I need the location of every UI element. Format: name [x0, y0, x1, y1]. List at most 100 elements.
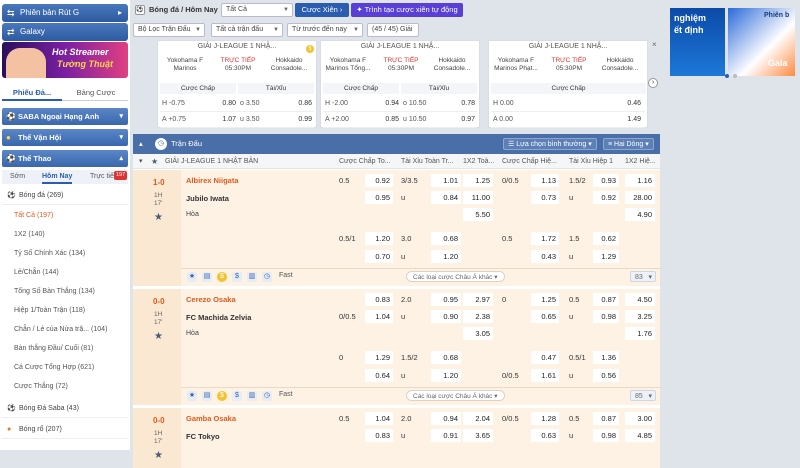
card-ou-odds[interactable]: 0.86	[280, 97, 312, 110]
card-handicap-odds[interactable]: 0.94	[367, 97, 399, 110]
auto-parlay-button[interactable]: ✦ Trình tạo cược xiên tự động	[351, 3, 463, 17]
more-asian-bets-button[interactable]: Các loại cược Châu Á khác ▾	[406, 390, 505, 401]
history-icon[interactable]: ◷	[262, 391, 272, 401]
sport-basketball[interactable]: ● Bóng rổ (207)	[2, 421, 128, 439]
odds-cell[interactable]: 1.04	[365, 412, 393, 425]
odds-cell[interactable]: 4.85	[625, 429, 655, 442]
away-team[interactable]: FC Machida Zelvia	[186, 313, 251, 322]
more-count-select[interactable]: 83 ▾	[630, 271, 656, 282]
odds-cell[interactable]: 1.76	[625, 327, 655, 340]
star-icon[interactable]: ★	[187, 391, 197, 401]
odds-cell[interactable]: 0.70	[365, 250, 393, 263]
odds-cell[interactable]: 0.87	[593, 293, 619, 306]
time-sort-dropdown[interactable]: Từ trước đến nay ▼	[287, 23, 363, 37]
odds-cell[interactable]: 1.01	[431, 174, 461, 187]
parlay-button[interactable]: Cược Xiên ›	[295, 3, 349, 17]
odds-cell[interactable]: 0.68	[431, 232, 461, 245]
carousel-dot[interactable]	[733, 74, 737, 78]
chart-icon[interactable]: ▥	[247, 272, 257, 282]
odds-cell[interactable]: 0.56	[593, 369, 619, 382]
card-handicap-odds[interactable]: 0.80	[204, 97, 236, 110]
odds-cell[interactable]: 3.00	[625, 412, 655, 425]
coin-icon[interactable]: $	[217, 272, 227, 282]
bet-type-item[interactable]: 1X2 (140)	[14, 226, 128, 244]
featured-match-card[interactable]: GIẢI J-LEAGUE 1 NHẬ... Yokohama F Marinos…	[488, 40, 648, 128]
card-ou-odds[interactable]: 0.78	[443, 97, 475, 110]
odds-cell[interactable]: 0.91	[431, 429, 461, 442]
home-team[interactable]: Cerezo Osaka	[186, 295, 236, 304]
sport-saba-football[interactable]: ⚽ Bóng Đá Saba (43)	[2, 400, 128, 418]
tab-bet-list[interactable]: Bảng Cược	[64, 84, 128, 101]
odds-cell[interactable]: 0.64	[365, 369, 393, 382]
odds-cell[interactable]: 0.90	[431, 310, 461, 323]
fast-label[interactable]: Fast	[279, 272, 293, 279]
odds-cell[interactable]: 4.90	[625, 208, 655, 221]
odds-cell[interactable]: 1.13	[531, 174, 559, 187]
odds-cell[interactable]: 0.83	[365, 429, 393, 442]
more-asian-bets-button[interactable]: Các loại cược Châu Á khác ▾	[406, 271, 505, 282]
dollar-icon[interactable]: $	[232, 391, 242, 401]
bet-type-item[interactable]: Cược Thắng (72)	[14, 378, 128, 396]
more-count-select[interactable]: 85 ▾	[630, 390, 656, 401]
collapse-icon[interactable]: ▴	[139, 134, 143, 154]
odds-cell[interactable]: 5.50	[463, 208, 493, 221]
close-icon[interactable]: ×	[652, 40, 657, 49]
dollar-icon[interactable]: $	[232, 272, 242, 282]
odds-cell[interactable]: 0.87	[593, 412, 619, 425]
away-team[interactable]: Jubilo Iwata	[186, 194, 229, 203]
bet-type-item[interactable]: Hiệp 1/Toàn Trận (118)	[14, 302, 128, 320]
bet-type-item[interactable]: Lẻ/Chẵn (144)	[14, 264, 128, 282]
odds-cell[interactable]: 0.92	[365, 174, 393, 187]
away-team[interactable]: FC Tokyo	[186, 432, 220, 441]
bet-type-item[interactable]: Tất Cả (197)	[14, 207, 128, 225]
tab-betslip[interactable]: Phiếu Đả...	[2, 84, 62, 101]
favorite-star-icon[interactable]: ★	[154, 331, 163, 342]
subtab-early[interactable]: Sớm	[10, 170, 25, 184]
odds-cell[interactable]: 3.65	[463, 429, 493, 442]
card-ou-odds[interactable]: 0.97	[443, 113, 475, 126]
promo-banner[interactable]: nghiệm ết định Phiên b Gala	[670, 8, 795, 76]
odds-cell[interactable]: 1.72	[531, 232, 559, 245]
odds-cell[interactable]: 0.95	[431, 293, 461, 306]
odds-cell[interactable]: 1.04	[365, 310, 393, 323]
filter-all-dropdown[interactable]: Tất Cả ▼	[221, 3, 293, 17]
odds-cell[interactable]: 0.43	[531, 250, 559, 263]
chart-icon[interactable]: ▥	[247, 391, 257, 401]
odds-cell[interactable]: 0.98	[593, 310, 619, 323]
bet-type-item[interactable]: Cá Cược Tổng Hợp (621)	[14, 359, 128, 377]
odds-cell[interactable]: 0.73	[531, 191, 559, 204]
collapse-league-icon[interactable]: ▾	[139, 154, 143, 169]
bet-type-item[interactable]: Tỷ Số Chính Xác (134)	[14, 245, 128, 263]
odds-cell[interactable]: 0.65	[531, 310, 559, 323]
bet-type-item[interactable]: Chẵn / Lẻ của Nửa trậ... (104)	[14, 321, 128, 339]
odds-cell[interactable]: 0.63	[531, 429, 559, 442]
history-icon[interactable]: ◷	[262, 272, 272, 282]
section-saba-epl[interactable]: ⚽ SABA Ngoại Hạng Anh ▾	[2, 108, 128, 125]
home-team[interactable]: Gamba Osaka	[186, 414, 236, 423]
odds-cell[interactable]: 4.50	[625, 293, 655, 306]
odds-cell[interactable]: 1.29	[365, 351, 393, 364]
featured-match-card[interactable]: GIẢI J-LEAGUE 1 NHẬ... Yokohama F Marinos…	[157, 40, 317, 128]
bet-type-item[interactable]: Bàn thắng Đầu/ Cuối (81)	[14, 340, 128, 358]
odds-cell[interactable]: 28.00	[625, 191, 655, 204]
match-filter-dropdown[interactable]: Bộ Lọc Trận Đấu ▼	[133, 23, 205, 37]
favorite-star-icon[interactable]: ★	[154, 450, 163, 461]
carousel-dot-active[interactable]	[725, 74, 729, 78]
odds-cell[interactable]: 2.38	[463, 310, 493, 323]
odds-cell[interactable]: 0.68	[431, 351, 461, 364]
odds-cell[interactable]: 3.25	[625, 310, 655, 323]
odds-cell[interactable]: 0.47	[531, 351, 559, 364]
odds-cell[interactable]: 0.95	[365, 191, 393, 204]
fast-label[interactable]: Fast	[279, 391, 293, 398]
star-icon[interactable]: ★	[151, 154, 158, 169]
odds-cell[interactable]: 1.25	[531, 293, 559, 306]
odds-cell[interactable]: 1.20	[431, 250, 461, 263]
odds-cell[interactable]: 1.20	[431, 369, 461, 382]
subtab-today[interactable]: Hôm Nay	[42, 170, 73, 184]
odds-cell[interactable]: 1.16	[625, 174, 655, 187]
featured-match-card[interactable]: GIẢI J-LEAGUE 1 NHẬ... Yokohama F Marinos…	[320, 40, 480, 128]
card-handicap-odds[interactable]: 1.49	[609, 113, 641, 126]
odds-cell[interactable]: 1.20	[365, 232, 393, 245]
favorite-star-icon[interactable]: ★	[154, 212, 163, 223]
star-icon[interactable]: ★	[187, 272, 197, 282]
